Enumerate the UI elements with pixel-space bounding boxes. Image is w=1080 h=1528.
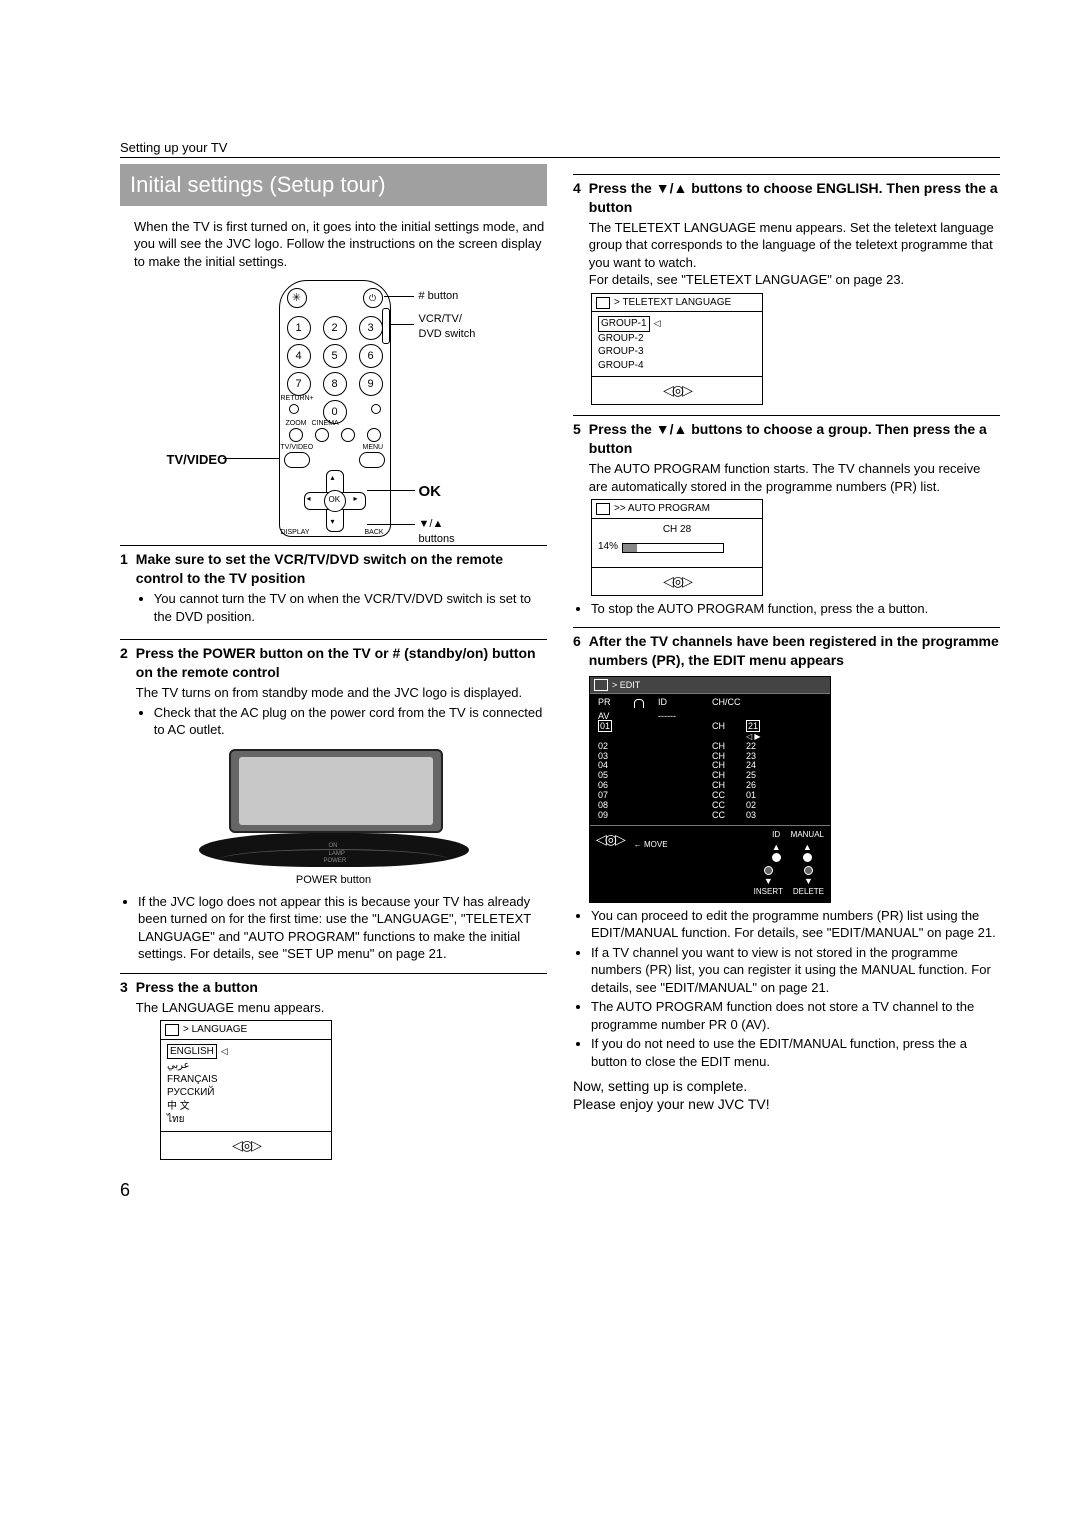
step-text: The LANGUAGE menu appears. xyxy=(136,999,547,1017)
heading: Initial settings (Setup tour) xyxy=(120,164,547,206)
osd-language-item: ไทย xyxy=(167,1113,325,1127)
osd-language-item: عربي xyxy=(167,1059,325,1073)
edit-table-row: 03CH23 xyxy=(598,752,822,762)
closing-line-2: Please enjoy your new JVC TV! xyxy=(573,1095,1000,1114)
osd-teletext-item: GROUP-4 xyxy=(598,359,756,373)
step: 6After the TV channels have been registe… xyxy=(573,627,1000,672)
step-text: The TV turns on from standby mode and th… xyxy=(136,684,547,702)
step-number: 6 xyxy=(573,632,581,672)
edit-table-row: 09CC03 xyxy=(598,811,822,821)
stop-autoprogram-bullet: To stop the AUTO PROGRAM function, press… xyxy=(591,600,1000,618)
dpad-icon: ◁◎▷ xyxy=(592,568,762,595)
lock-icon xyxy=(634,699,644,708)
dpad-icon: ◁◎▷ xyxy=(596,830,624,849)
dpad-icon: ◁◎▷ xyxy=(161,1132,331,1159)
step-text: The TELETEXT LANGUAGE menu appears. Set … xyxy=(589,219,1000,289)
step-title: Press the a button xyxy=(136,978,547,997)
dpad-icon: ◁◎▷ xyxy=(592,377,762,404)
step: 3 Press the a button The LANGUAGE menu app… xyxy=(120,973,547,1016)
step: 1Make sure to set the VCR/TV/DVD switch … xyxy=(120,545,547,629)
tv-icon xyxy=(596,297,610,309)
edit-table-row: 07CC01 xyxy=(598,791,822,801)
tv-video-label: TV/VIDEO xyxy=(167,451,228,469)
step-title: Press the ▼/▲ buttons to choose ENGLISH.… xyxy=(589,179,1000,217)
osd-language: > LANGUAGE ENGLISH◁عربيFRANÇAISРУССКИЙ中 … xyxy=(160,1020,332,1159)
power-button-caption: POWER button xyxy=(199,873,469,888)
post-edit-bullet: You can proceed to edit the programme nu… xyxy=(591,907,1000,942)
edit-table-row: 06CH26 xyxy=(598,781,822,791)
osd-language-item: ENGLISH◁ xyxy=(167,1044,325,1060)
step-number: 1 xyxy=(120,550,128,629)
tv-icon xyxy=(594,679,608,691)
step-bullet: Check that the AC plug on the power cord… xyxy=(154,704,547,739)
step-text: The AUTO PROGRAM function starts. The TV… xyxy=(589,460,1000,495)
tv-icon xyxy=(165,1024,179,1036)
post-edit-bullet: The AUTO PROGRAM function does not store… xyxy=(591,998,1000,1033)
page-number: 6 xyxy=(120,1180,130,1201)
step-title: Press the ▼/▲ buttons to choose a group.… xyxy=(589,420,1000,458)
step-number: 3 xyxy=(120,978,128,1016)
edit-table-row: 02CH22 xyxy=(598,742,822,752)
osd-teletext-item: GROUP-1◁ xyxy=(598,316,756,332)
edit-table-row: 05CH25 xyxy=(598,771,822,781)
osd-language-item: 中 文 xyxy=(167,1100,325,1114)
step: 2Press the POWER button on the TV or # (… xyxy=(120,639,547,742)
step-bullet: You cannot turn the TV on when the VCR/T… xyxy=(154,590,547,625)
step-title: After the TV channels have been register… xyxy=(589,632,1000,670)
post-tv-bullet: If the JVC logo does not appear this is … xyxy=(138,893,547,963)
osd-auto-program: >> AUTO PROGRAM CH 28 14% ◁◎▷ xyxy=(591,499,763,595)
edit-table-row: 04CH24 xyxy=(598,761,822,771)
remote-control-diagram: ✳ ⏻ 1 2 3 4 5 6 7 8 9 0 RETURN+ xyxy=(120,280,547,535)
section-label: Setting up your TV xyxy=(120,140,1000,158)
step-number: 2 xyxy=(120,644,128,742)
ok-label: OK xyxy=(419,482,442,502)
step-title: Make sure to set the VCR/TV/DVD switch o… xyxy=(136,550,547,588)
osd-edit: > EDIT PR ID CH/CC AV------01CH21 ◁ ▶02C… xyxy=(589,676,831,903)
edit-table-row: 01CH21 ◁ ▶ xyxy=(598,722,822,742)
osd-language-item: РУССКИЙ xyxy=(167,1086,325,1100)
step-title: Press the POWER button on the TV or # (s… xyxy=(136,644,547,682)
intro-text: When the TV is first turned on, it goes … xyxy=(134,218,547,271)
edit-table-row: 08CC02 xyxy=(598,801,822,811)
tv-power-button-diagram: ONLAMP POWER POWER button xyxy=(199,749,469,879)
step: 5Press the ▼/▲ buttons to choose a group… xyxy=(573,415,1000,495)
closing-line-1: Now, setting up is complete. xyxy=(573,1077,1000,1096)
osd-language-item: FRANÇAIS xyxy=(167,1073,325,1087)
osd-teletext-item: GROUP-3 xyxy=(598,345,756,359)
edit-table-row: AV------ xyxy=(598,712,822,722)
osd-teletext-item: GROUP-2 xyxy=(598,332,756,346)
post-edit-bullet: If a TV channel you want to view is not … xyxy=(591,944,1000,997)
step: 4Press the ▼/▲ buttons to choose ENGLISH… xyxy=(573,174,1000,289)
tv-icon xyxy=(596,503,610,515)
step-number: 4 xyxy=(573,179,581,289)
osd-teletext-language: > TELETEXT LANGUAGE GROUP-1◁GROUP-2GROUP… xyxy=(591,293,763,405)
step-number: 5 xyxy=(573,420,581,495)
post-edit-bullet: If you do not need to use the EDIT/MANUA… xyxy=(591,1035,1000,1070)
